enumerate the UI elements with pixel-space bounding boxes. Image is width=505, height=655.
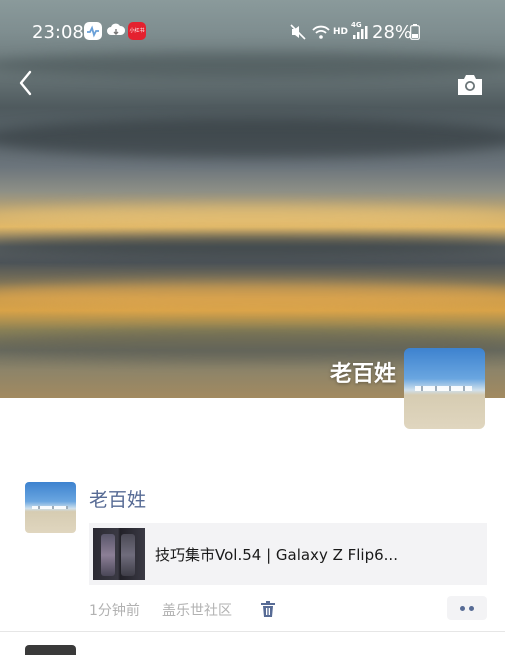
xiaohongshu-app-icon: 小红书 (128, 22, 146, 40)
signal-icon (352, 24, 368, 44)
cloud-band (0, 282, 505, 308)
health-app-icon (84, 22, 102, 40)
cloud-band (0, 236, 505, 256)
cloud-download-icon (106, 22, 126, 40)
profile-owner-name: 老百姓 (329, 362, 396, 387)
shared-link-title: 技巧集市Vol.54 | Galaxy Z Flip6... (155, 546, 398, 564)
cloud-band (0, 118, 505, 158)
next-post-avatar[interactable] (25, 645, 76, 655)
more-dots-icon (469, 606, 474, 611)
camera-button[interactable] (455, 72, 485, 98)
shared-link-thumbnail (93, 528, 145, 580)
shared-link-card[interactable]: 技巧集市Vol.54 | Galaxy Z Flip6... (89, 523, 487, 585)
beach-photo (404, 348, 485, 429)
back-button[interactable] (14, 68, 40, 98)
mute-icon (289, 23, 307, 45)
post-source-link[interactable]: 盖乐世社区 (162, 600, 232, 620)
status-bar: 23:08 小红书 HD 4G 28% (0, 0, 505, 64)
trash-icon (261, 601, 275, 617)
beach-photo (25, 482, 76, 533)
delete-post-button[interactable] (260, 600, 276, 618)
wifi-icon (311, 23, 331, 45)
back-chevron-icon (19, 70, 32, 96)
post-more-button[interactable] (447, 596, 487, 620)
post-author-avatar[interactable] (25, 482, 76, 533)
cover-photo[interactable]: 23:08 小红书 HD 4G 28% 老百姓 (0, 0, 505, 398)
post-timestamp: 1分钟前 (89, 603, 140, 619)
cloud-band (0, 205, 505, 227)
post-author-name[interactable]: 老百姓 (89, 485, 146, 512)
hd-label: HD (333, 27, 349, 37)
camera-icon (458, 75, 482, 95)
profile-owner-avatar[interactable] (404, 348, 485, 429)
battery-icon (410, 24, 420, 44)
more-dots-icon (460, 606, 465, 611)
battery-percent: 28% (372, 22, 413, 43)
status-time: 23:08 (32, 22, 84, 43)
post-divider (0, 631, 505, 632)
